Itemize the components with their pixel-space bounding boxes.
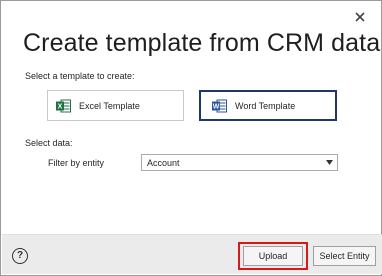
word-template-label: Word Template xyxy=(235,100,296,111)
create-template-dialog: Create template from CRM data Select a t… xyxy=(0,0,382,276)
filter-by-entity-label: Filter by entity xyxy=(48,158,105,168)
close-icon xyxy=(355,12,365,22)
help-icon: ? xyxy=(16,250,24,261)
word-template-button[interactable]: W Word Template xyxy=(199,90,337,121)
help-button[interactable]: ? xyxy=(12,248,28,264)
close-button[interactable] xyxy=(353,10,367,24)
excel-icon: X xyxy=(56,99,71,112)
svg-text:X: X xyxy=(58,103,63,110)
select-data-label: Select data: xyxy=(25,138,73,148)
dialog-footer: ? Upload Select Entity xyxy=(2,234,382,274)
word-icon: W xyxy=(212,99,227,112)
select-entity-button[interactable]: Select Entity xyxy=(313,246,376,266)
svg-text:W: W xyxy=(213,103,220,110)
dialog-title: Create template from CRM data xyxy=(23,29,381,57)
select-template-label: Select a template to create: xyxy=(25,71,135,81)
entity-select[interactable]: Account xyxy=(141,154,338,171)
upload-button[interactable]: Upload xyxy=(243,246,303,266)
excel-template-label: Excel Template xyxy=(79,100,140,111)
dropdown-arrow-icon xyxy=(326,160,333,165)
entity-select-value: Account xyxy=(147,158,180,168)
excel-template-button[interactable]: X Excel Template xyxy=(47,90,184,121)
